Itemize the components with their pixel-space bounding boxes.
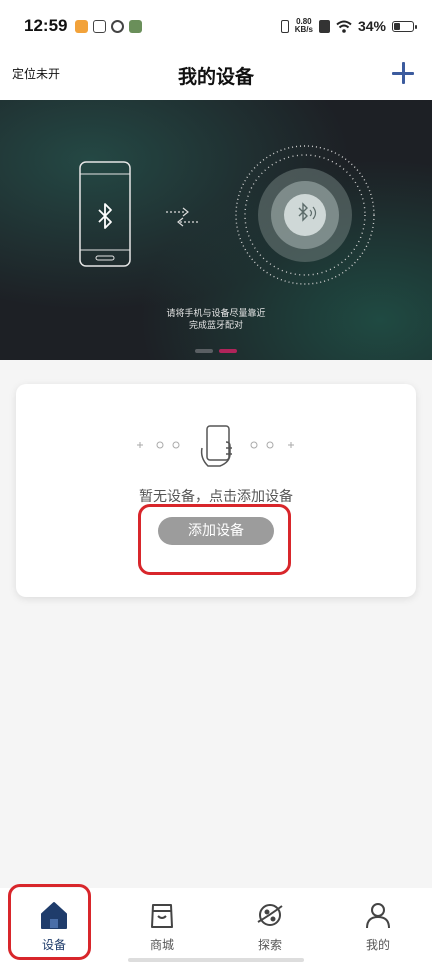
- notification-icons: [75, 19, 143, 33]
- bottom-tab-bar: 设备 商城 探索 我的: [0, 888, 432, 964]
- home-icon: [41, 902, 67, 929]
- status-time: 12:59: [24, 16, 68, 35]
- carousel-dot[interactable]: [195, 349, 213, 353]
- network-speed: 0.80 KB/s: [295, 18, 313, 34]
- tab-label-devices: 设备: [41, 938, 66, 952]
- calendar-icon: [93, 19, 107, 33]
- net-speed-unit: KB/s: [294, 25, 313, 34]
- empty-state-text: 暂无设备，点击添加设备: [139, 489, 293, 505]
- tab-label-explore: 探索: [257, 938, 282, 952]
- bluetooth-radar-icon: [235, 145, 375, 285]
- add-device-button[interactable]: 添加设备: [158, 517, 274, 545]
- app-header: 定位未开 我的设备: [0, 52, 432, 100]
- status-right: 0.80 KB/s 34%: [280, 18, 417, 34]
- tab-devices[interactable]: 设备: [0, 888, 108, 964]
- carousel-dot-active[interactable]: [219, 349, 237, 353]
- tab-explore[interactable]: 探索: [216, 888, 324, 964]
- pairing-hint-line2: 完成蓝牙配对: [188, 321, 243, 331]
- hand-phone-icon: [200, 425, 232, 467]
- person-icon: [366, 903, 390, 929]
- pairing-banner[interactable]: 请将手机与设备尽量靠近 完成蓝牙配对: [0, 100, 432, 360]
- home-indicator[interactable]: [128, 958, 304, 962]
- shop-bag-icon: [151, 904, 173, 928]
- phone-icon: [79, 161, 131, 267]
- add-device-plus-icon[interactable]: [390, 60, 416, 86]
- page-title: 我的设备: [177, 66, 254, 88]
- vibrate-icon: [280, 19, 289, 33]
- tab-mine[interactable]: 我的: [324, 888, 432, 964]
- transfer-arrows-icon: [166, 207, 200, 227]
- status-bar: 12:59 0.80 KB/s 34%: [0, 0, 432, 52]
- battery-percent: 34%: [357, 18, 386, 34]
- tab-shop[interactable]: 商城: [108, 888, 216, 964]
- pairing-hint-line1: 请将手机与设备尽量靠近: [166, 309, 266, 319]
- empty-device-card: 暂无设备，点击添加设备 添加设备: [16, 384, 416, 597]
- weibo-icon: [75, 19, 89, 33]
- planet-icon: [257, 904, 283, 926]
- carousel-indicator: [195, 349, 237, 353]
- tab-label-mine: 我的: [365, 938, 390, 952]
- sim-off-icon: [318, 19, 330, 33]
- battery-icon: [392, 20, 417, 32]
- pairing-hint: 请将手机与设备尽量靠近 完成蓝牙配对: [0, 308, 432, 332]
- link-icon: [111, 19, 125, 33]
- wifi-icon: [336, 20, 352, 33]
- decor-dots-icon: [137, 441, 294, 449]
- tab-label-shop: 商城: [149, 938, 174, 952]
- app-notification-icon: [129, 19, 143, 33]
